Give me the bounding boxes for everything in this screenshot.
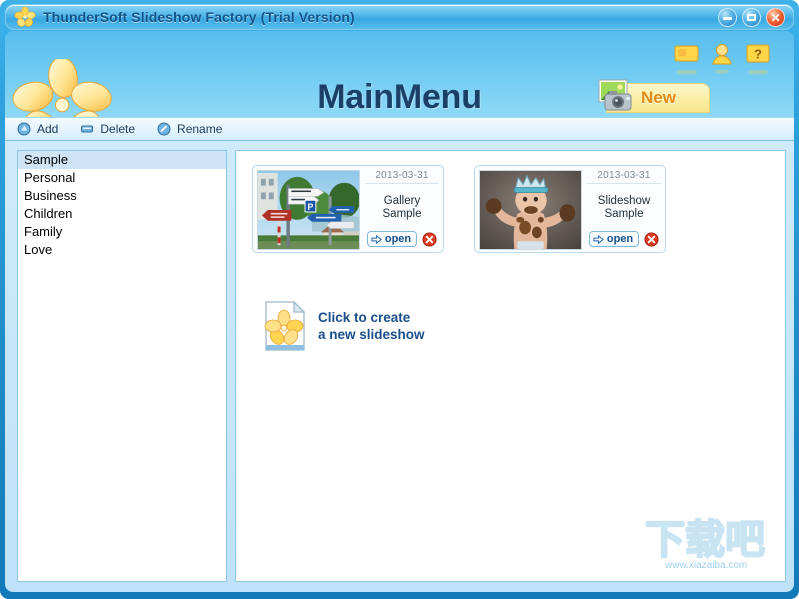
open-label: open [384,233,412,245]
open-button[interactable]: open [588,231,640,247]
card-title: Gallery Sample [382,194,422,220]
card-actions: open [587,231,661,248]
card-date: 2013-03-31 [365,170,439,184]
notes-icon[interactable] [674,43,700,75]
project-card-list: P 2013-03-31 Gallery Sample open 2013-03… [252,165,666,253]
open-button[interactable]: open [366,231,418,247]
baby-with-crown-photo [479,170,582,250]
svg-text:?: ? [754,47,762,62]
arrow-right-icon [593,234,604,245]
flower-logo-icon [14,6,36,28]
sidebar-item-personal[interactable]: Personal [18,169,226,187]
site-watermark: 下载吧 www.xiazaiba.com [641,515,777,571]
arrow-right-icon [371,234,382,245]
project-card[interactable]: 2013-03-31 Slideshow Sample open [474,165,666,253]
delete-label: Delete [100,122,136,136]
title-bar: ThunderSoft Slideshow Factory (Trial Ver… [5,4,794,30]
add-label: Add [37,122,59,136]
sidebar-item-family[interactable]: Family [18,223,226,241]
sidebar-item-children[interactable]: Children [18,205,226,223]
new-button-label: New [641,88,676,107]
header-band: MainMenu ? New [5,31,794,117]
body-area: Sample Personal Business Children Family… [5,141,794,592]
project-card[interactable]: P 2013-03-31 Gallery Sample open [252,165,444,253]
window-title: ThunderSoft Slideshow Factory (Trial Ver… [43,9,355,25]
delete-project-button[interactable] [644,231,659,247]
add-icon [17,122,31,136]
photo-camera-icon [595,78,639,114]
card-date: 2013-03-31 [587,170,661,184]
new-document-flower-icon [264,300,306,351]
card-actions: open [365,231,439,248]
rename-button[interactable]: Rename [157,122,222,136]
help-icon[interactable]: ? [746,43,772,75]
rename-icon [157,122,171,136]
open-label: open [606,233,634,245]
street-signpost-photo: P [257,170,360,250]
add-button[interactable]: Add [17,122,58,136]
sidebar-item-love[interactable]: Love [18,241,226,259]
svg-text:www.xiazaiba.com: www.xiazaiba.com [664,560,747,571]
delete-icon [80,122,94,136]
close-button[interactable]: ✕ [766,8,785,27]
delete-project-button[interactable] [422,231,437,247]
window-controls: ✕ [718,8,785,27]
create-new-label: Click to create a new slideshow [318,310,425,342]
maximize-button[interactable] [742,8,761,27]
card-meta: 2013-03-31 Slideshow Sample open [587,170,661,248]
projects-panel: P 2013-03-31 Gallery Sample open 2013-03… [235,150,786,582]
svg-text:下载吧: 下载吧 [645,517,765,563]
card-title: Slideshow Sample [597,194,651,220]
minimize-button[interactable] [718,8,737,27]
new-slideshow-button[interactable]: New [598,79,710,113]
sidebar-item-sample[interactable]: Sample [18,151,226,169]
header-icon-group: ? [674,43,772,75]
delete-button[interactable]: Delete [80,122,135,136]
card-meta: 2013-03-31 Gallery Sample open [365,170,439,248]
user-icon[interactable] [710,43,736,74]
toolbar: Add Delete Rename [5,117,794,141]
create-new-slideshow[interactable]: Click to create a new slideshow [264,300,425,351]
svg-text:P: P [308,202,314,212]
category-list-panel: Sample Personal Business Children Family… [17,150,227,582]
application-window: ThunderSoft Slideshow Factory (Trial Ver… [0,0,799,599]
sidebar-item-business[interactable]: Business [18,187,226,205]
rename-label: Rename [177,122,223,136]
